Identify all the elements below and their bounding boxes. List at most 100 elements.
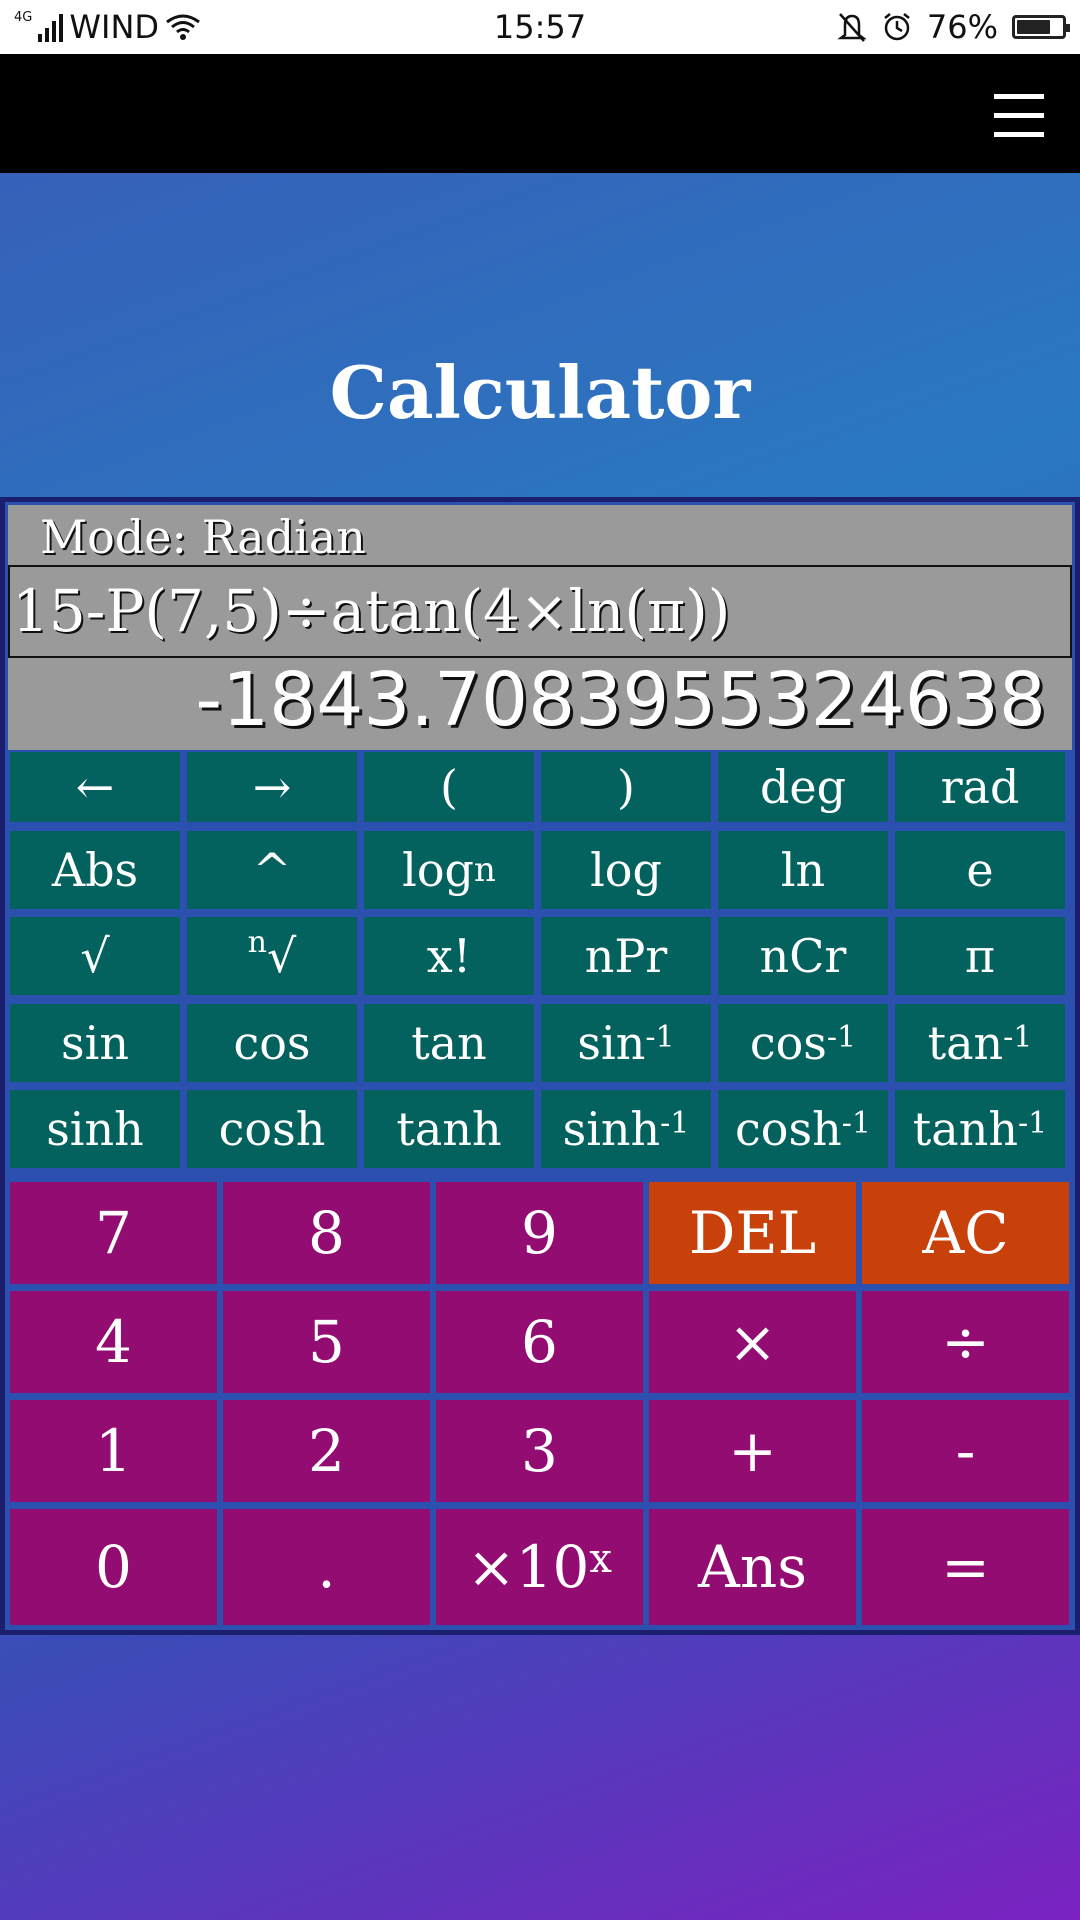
right-arrow-button[interactable]: → bbox=[187, 752, 357, 822]
n-root-button[interactable]: n √ bbox=[187, 917, 357, 995]
key-label: Abs bbox=[51, 843, 139, 897]
equals-button[interactable]: = bbox=[862, 1509, 1069, 1625]
del-button[interactable]: DEL bbox=[649, 1182, 856, 1284]
key-label: √ bbox=[267, 929, 297, 983]
key-label: - bbox=[955, 1417, 976, 1485]
key-label: sinh bbox=[46, 1102, 144, 1156]
tanh-button[interactable]: tanh bbox=[364, 1090, 534, 1168]
7-button[interactable]: 7 bbox=[10, 1182, 217, 1284]
log-base-n-button[interactable]: log n bbox=[364, 831, 534, 909]
key-label: = bbox=[941, 1533, 990, 1601]
key-label: × bbox=[728, 1308, 777, 1376]
factorial-button[interactable]: x! bbox=[364, 917, 534, 995]
inverse-sinh-button[interactable]: sinh -1 bbox=[541, 1090, 711, 1168]
key-label: ÷ bbox=[941, 1308, 990, 1376]
rad-button[interactable]: rad bbox=[895, 752, 1065, 822]
inverse-cosh-button[interactable]: cosh -1 bbox=[718, 1090, 888, 1168]
key-label: Ans bbox=[697, 1533, 807, 1601]
key-label: 4 bbox=[95, 1308, 132, 1376]
key-label: tanh bbox=[912, 1102, 1018, 1156]
key-label: log bbox=[402, 843, 474, 897]
key-label: cos bbox=[749, 1016, 827, 1070]
ac-button[interactable]: AC bbox=[862, 1182, 1069, 1284]
abs-button[interactable]: Abs bbox=[10, 831, 180, 909]
key-label: √ bbox=[80, 929, 110, 983]
ncr-button[interactable]: nCr bbox=[718, 917, 888, 995]
key-label: ^ bbox=[252, 843, 292, 897]
2-button[interactable]: 2 bbox=[223, 1400, 430, 1502]
key-label: 3 bbox=[521, 1417, 558, 1485]
key-label: 6 bbox=[521, 1308, 558, 1376]
key-label: AC bbox=[922, 1199, 1009, 1267]
log-button[interactable]: log bbox=[541, 831, 711, 909]
calculator-display: Mode: Radian 15-P(7,5)÷atan(4×ln(π)) -18… bbox=[8, 505, 1072, 750]
e-button[interactable]: e bbox=[895, 831, 1065, 909]
minus-button[interactable]: - bbox=[862, 1400, 1069, 1502]
key-label: tanh bbox=[396, 1102, 502, 1156]
cos-button[interactable]: cos bbox=[187, 1004, 357, 1082]
key-label: 0 bbox=[95, 1533, 132, 1601]
deg-button[interactable]: deg bbox=[718, 752, 888, 822]
app-bar bbox=[0, 54, 1080, 173]
5-button[interactable]: 5 bbox=[223, 1291, 430, 1393]
key-prefix: n bbox=[247, 924, 267, 960]
battery-icon bbox=[1012, 15, 1070, 39]
close-paren-button[interactable]: ) bbox=[541, 752, 711, 822]
open-paren-button[interactable]: ( bbox=[364, 752, 534, 822]
key-label: x! bbox=[426, 929, 472, 983]
key-label: nPr bbox=[584, 929, 668, 983]
4-button[interactable]: 4 bbox=[10, 1291, 217, 1393]
key-label: ) bbox=[617, 760, 635, 814]
expression-field[interactable]: 15-P(7,5)÷atan(4×ln(π)) bbox=[8, 565, 1072, 658]
times-ten-power-button[interactable]: ×10 x bbox=[436, 1509, 643, 1625]
cosh-button[interactable]: cosh bbox=[187, 1090, 357, 1168]
sinh-button[interactable]: sinh bbox=[10, 1090, 180, 1168]
key-superscript: -1 bbox=[826, 1019, 857, 1055]
calculator: Mode: Radian 15-P(7,5)÷atan(4×ln(π)) -18… bbox=[0, 497, 1080, 1635]
power-button[interactable]: ^ bbox=[187, 831, 357, 909]
6-button[interactable]: 6 bbox=[436, 1291, 643, 1393]
key-label: 9 bbox=[521, 1199, 558, 1267]
sqrt-button[interactable]: √ bbox=[10, 917, 180, 995]
key-label: deg bbox=[759, 760, 847, 814]
ln-button[interactable]: ln bbox=[718, 831, 888, 909]
key-label: ×10 bbox=[467, 1533, 590, 1601]
inverse-cos-button[interactable]: cos -1 bbox=[718, 1004, 888, 1082]
key-label: e bbox=[966, 843, 994, 897]
key-label: 7 bbox=[95, 1199, 132, 1267]
hamburger-menu-icon[interactable] bbox=[994, 94, 1044, 138]
divide-button[interactable]: ÷ bbox=[862, 1291, 1069, 1393]
inverse-sin-button[interactable]: sin -1 bbox=[541, 1004, 711, 1082]
key-superscript: -1 bbox=[841, 1105, 871, 1141]
8-button[interactable]: 8 bbox=[223, 1182, 430, 1284]
9-button[interactable]: 9 bbox=[436, 1182, 643, 1284]
ans-button[interactable]: Ans bbox=[649, 1509, 856, 1625]
3-button[interactable]: 3 bbox=[436, 1400, 643, 1502]
key-label: sin bbox=[577, 1016, 646, 1070]
inverse-tanh-button[interactable]: tanh -1 bbox=[895, 1090, 1065, 1168]
key-label: nCr bbox=[759, 929, 847, 983]
key-label: sinh bbox=[562, 1102, 661, 1156]
key-label: sin bbox=[61, 1016, 129, 1070]
0-button[interactable]: 0 bbox=[10, 1509, 217, 1625]
1-button[interactable]: 1 bbox=[10, 1400, 217, 1502]
key-label: DEL bbox=[688, 1199, 817, 1267]
key-label: 8 bbox=[308, 1199, 345, 1267]
key-label: → bbox=[252, 760, 292, 814]
status-right: 76% bbox=[837, 8, 1070, 46]
status-bar: 4G WIND 15:57 76% bbox=[0, 0, 1080, 54]
key-label: cosh bbox=[735, 1102, 842, 1156]
multiply-button[interactable]: × bbox=[649, 1291, 856, 1393]
key-label: cos bbox=[233, 1016, 311, 1070]
page-title: Calculator bbox=[329, 350, 751, 435]
left-arrow-button[interactable]: ← bbox=[10, 752, 180, 822]
decimal-button[interactable]: . bbox=[223, 1509, 430, 1625]
npr-button[interactable]: nPr bbox=[541, 917, 711, 995]
inverse-tan-button[interactable]: tan -1 bbox=[895, 1004, 1065, 1082]
plus-button[interactable]: + bbox=[649, 1400, 856, 1502]
tan-button[interactable]: tan bbox=[364, 1004, 534, 1082]
key-label: log bbox=[590, 843, 662, 897]
sin-button[interactable]: sin bbox=[10, 1004, 180, 1082]
key-label: ← bbox=[75, 760, 115, 814]
pi-button[interactable]: π bbox=[895, 917, 1065, 995]
